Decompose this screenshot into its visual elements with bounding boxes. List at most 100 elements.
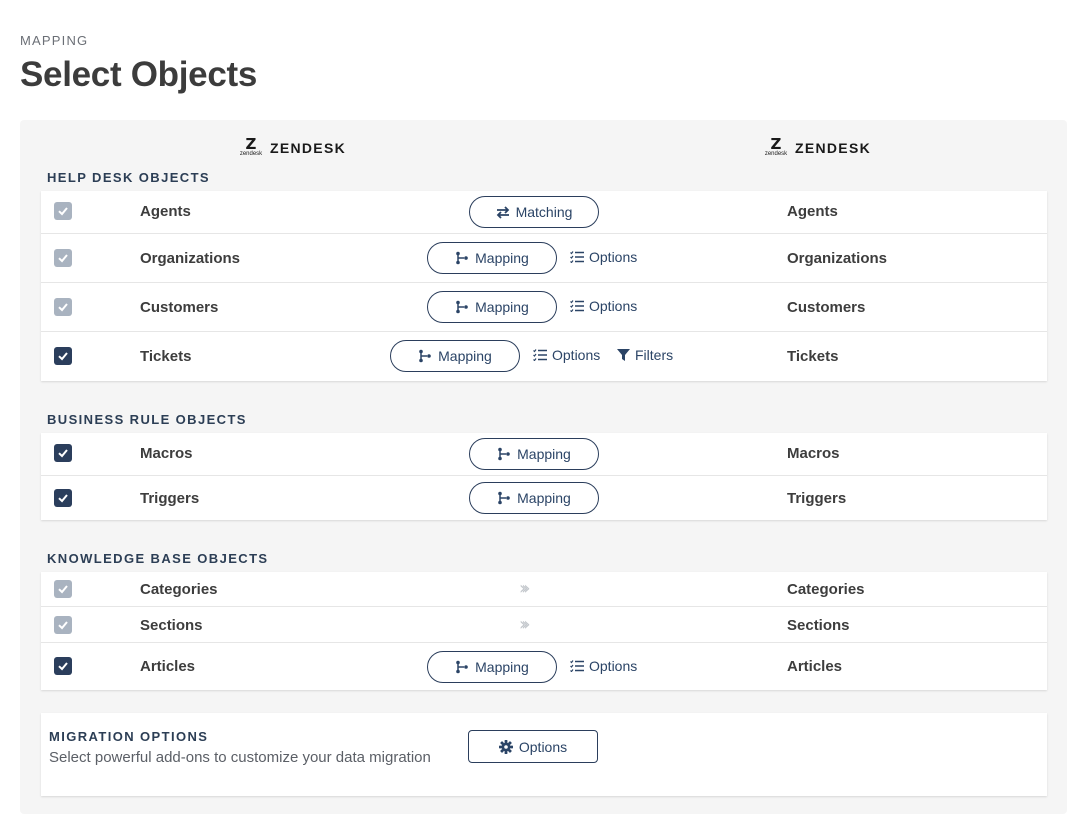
- knowledge-base-card: Categories ››› Categories Sections ››› S…: [41, 572, 1047, 690]
- source-label: Organizations: [140, 250, 241, 267]
- source-label: Tickets: [140, 348, 192, 365]
- zendesk-logo-icon: Z zendesk: [764, 135, 788, 158]
- mapping-button-label: Mapping: [517, 490, 571, 506]
- checkbox-articles[interactable]: [54, 657, 72, 675]
- checkbox-agents[interactable]: [54, 202, 72, 220]
- checkmark-icon: [58, 352, 68, 361]
- branch-icon: [498, 491, 510, 505]
- migration-options-card: MIGRATION OPTIONS Select powerful add-on…: [41, 713, 1047, 796]
- mapping-button-label: Mapping: [475, 659, 529, 675]
- checkbox-triggers[interactable]: [54, 489, 72, 507]
- checklist-icon: [570, 300, 584, 312]
- target-label: Customers: [787, 299, 866, 316]
- options-link[interactable]: Options: [570, 249, 637, 265]
- matching-button-label: Matching: [515, 204, 573, 220]
- target-label: Sections: [787, 617, 850, 634]
- business-rule-card: Macros Mapping Macros Triggers Mapping T…: [41, 433, 1047, 520]
- target-label: Agents: [787, 203, 838, 220]
- branch-icon: [456, 300, 468, 314]
- section-title-business-rule: BUSINESS RULE OBJECTS: [47, 412, 247, 427]
- target-label: Macros: [787, 445, 840, 462]
- object-row-customers: Customers Mapping Options Customers: [41, 283, 1047, 332]
- target-label: Triggers: [787, 490, 847, 507]
- chevrons-right-icon: ›››: [519, 614, 530, 635]
- source-label: Macros: [140, 445, 193, 462]
- options-link[interactable]: Options: [570, 298, 637, 314]
- filter-funnel-icon: [617, 349, 630, 361]
- object-row-macros: Macros Mapping Macros: [41, 433, 1047, 476]
- section-title-knowledge-base: KNOWLEDGE BASE OBJECTS: [47, 551, 269, 566]
- checkbox-sections[interactable]: [54, 616, 72, 634]
- branch-icon: [498, 447, 510, 461]
- mapping-button[interactable]: Mapping: [427, 651, 557, 683]
- options-link-label: Options: [552, 347, 601, 363]
- zendesk-logo-icon: Z zendesk: [239, 135, 263, 158]
- migration-options-button-label: Options: [518, 738, 568, 755]
- object-row-agents: Agents Matching Agents: [41, 191, 1047, 234]
- target-label: Organizations: [787, 250, 888, 267]
- checkmark-icon: [58, 662, 68, 671]
- checkbox-macros[interactable]: [54, 444, 72, 462]
- filters-link-label: Filters: [635, 347, 674, 363]
- options-link[interactable]: Options: [533, 347, 600, 363]
- source-label: Sections: [140, 617, 203, 634]
- section-title-help-desk: HELP DESK OBJECTS: [47, 170, 210, 185]
- checkmark-icon: [58, 585, 68, 594]
- checkmark-icon: [58, 254, 68, 263]
- options-link-label: Options: [589, 249, 638, 265]
- checkbox-organizations[interactable]: [54, 249, 72, 267]
- target-label: Articles: [787, 658, 843, 675]
- gear-icon: [498, 739, 513, 754]
- options-link-label: Options: [589, 658, 638, 674]
- branch-icon: [456, 660, 468, 674]
- target-platform-name: ZENDESK: [795, 140, 871, 156]
- mapping-button[interactable]: Mapping: [469, 438, 599, 470]
- checkmark-icon: [58, 207, 68, 216]
- migration-options-subtitle: Select powerful add-ons to customize you…: [49, 749, 431, 766]
- source-label: Articles: [140, 658, 196, 675]
- chevrons-right-icon: ›››: [519, 578, 530, 599]
- source-platform: Z zendesk ZENDESK: [238, 135, 346, 158]
- object-row-categories: Categories ››› Categories: [41, 572, 1047, 607]
- filters-link[interactable]: Filters: [617, 347, 673, 363]
- page-title: Select Objects: [20, 55, 258, 94]
- checklist-icon: [533, 349, 547, 361]
- mapping-button-label: Mapping: [517, 446, 571, 462]
- source-label: Triggers: [140, 490, 200, 507]
- mapping-button[interactable]: Mapping: [427, 291, 557, 323]
- mapping-button-label: Mapping: [475, 250, 529, 266]
- object-row-tickets: Tickets Mapping Options Filters Tickets: [41, 332, 1047, 381]
- mapping-button[interactable]: Mapping: [469, 482, 599, 514]
- options-link[interactable]: Options: [570, 658, 637, 674]
- object-row-articles: Articles Mapping Options Articles: [41, 643, 1047, 690]
- branch-icon: [419, 349, 431, 363]
- source-platform-name: ZENDESK: [270, 140, 346, 156]
- checkmark-icon: [58, 303, 68, 312]
- migration-options-title: MIGRATION OPTIONS: [49, 729, 209, 744]
- mapping-button[interactable]: Mapping: [427, 242, 557, 274]
- page-eyebrow: MAPPING: [20, 33, 89, 48]
- object-row-triggers: Triggers Mapping Triggers: [41, 476, 1047, 520]
- source-label: Agents: [140, 203, 191, 220]
- swap-arrows-icon: [496, 205, 509, 219]
- branch-icon: [456, 251, 468, 265]
- target-label: Tickets: [787, 348, 839, 365]
- checklist-icon: [570, 251, 584, 263]
- source-label: Customers: [140, 299, 219, 316]
- logo-small-text: zendesk: [239, 151, 263, 157]
- checkmark-icon: [58, 621, 68, 630]
- checkbox-tickets[interactable]: [54, 347, 72, 365]
- matching-button[interactable]: Matching: [469, 196, 599, 228]
- mapping-button-label: Mapping: [438, 348, 492, 364]
- checklist-icon: [570, 660, 584, 672]
- checkbox-customers[interactable]: [54, 298, 72, 316]
- mapping-button[interactable]: Mapping: [390, 340, 520, 372]
- checkbox-categories[interactable]: [54, 580, 72, 598]
- target-label: Categories: [787, 581, 865, 598]
- checkmark-icon: [58, 494, 68, 503]
- mapping-button-label: Mapping: [475, 299, 529, 315]
- migration-options-button[interactable]: Options: [468, 730, 598, 763]
- logo-small-text: zendesk: [764, 151, 788, 157]
- target-platform: Z zendesk ZENDESK: [763, 135, 871, 158]
- object-row-organizations: Organizations Mapping Options Organizati…: [41, 234, 1047, 283]
